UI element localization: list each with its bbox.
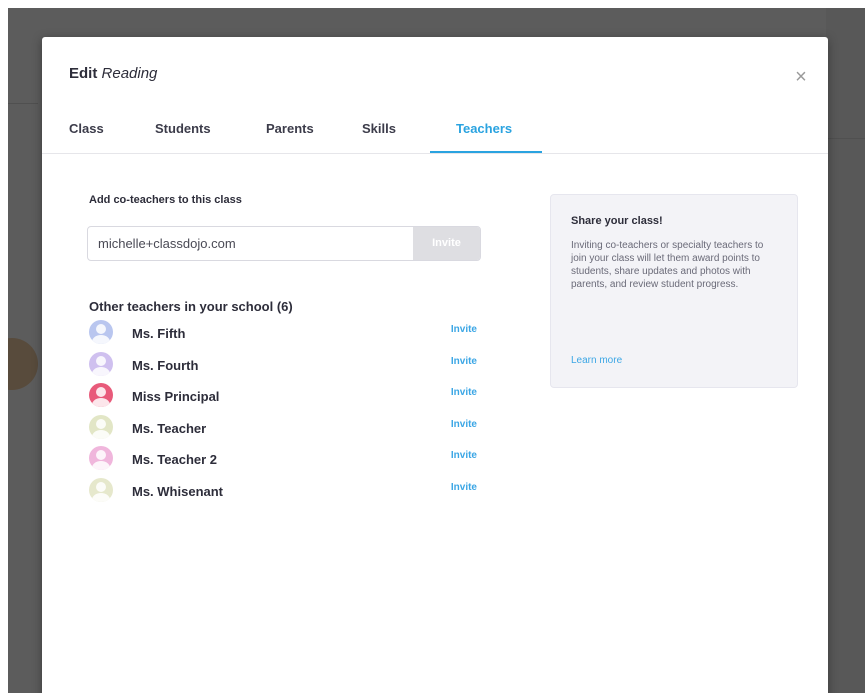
other-teachers-heading: Other teachers in your school (6)	[89, 299, 293, 314]
teacher-invite-link[interactable]: Invite	[451, 387, 477, 398]
avatar	[89, 320, 113, 344]
teacher-invite-link[interactable]: Invite	[451, 482, 477, 493]
coteacher-email-input[interactable]	[88, 227, 406, 260]
invite-button[interactable]: Invite	[413, 227, 480, 260]
teacher-invite-link[interactable]: Invite	[451, 324, 477, 335]
invite-by-email-row: Invite	[87, 226, 481, 261]
tab-bar: Class Students Parents Skills Teachers	[42, 105, 828, 154]
list-item: Ms. Whisenant Invite	[89, 474, 479, 506]
active-tab-indicator	[430, 151, 542, 153]
list-item: Ms. Fourth Invite	[89, 348, 479, 380]
app-window: Edit Reading × Class Students Parents Sk…	[8, 8, 865, 693]
avatar	[89, 383, 113, 407]
teacher-invite-link[interactable]: Invite	[451, 356, 477, 367]
avatar	[89, 351, 113, 376]
teacher-invite-link[interactable]: Invite	[451, 419, 477, 430]
list-item: Ms. Teacher Invite	[89, 411, 479, 443]
modal-title: Edit Reading	[69, 65, 157, 82]
close-icon[interactable]: ×	[791, 67, 811, 87]
list-item: Miss Principal Invite	[89, 379, 479, 411]
tab-students[interactable]: Students	[155, 121, 211, 136]
teacher-name: Miss Principal	[132, 389, 220, 404]
teacher-name: Ms. Fourth	[132, 357, 199, 373]
avatar	[89, 414, 113, 439]
teacher-list: Ms. Fifth Invite Ms. Fourth Invite Miss …	[89, 316, 479, 505]
avatar	[89, 446, 113, 470]
tab-class[interactable]: Class	[69, 121, 104, 136]
learn-more-link[interactable]: Learn more	[571, 355, 622, 366]
share-class-card: Share your class! Inviting co-teachers o…	[550, 194, 798, 388]
teacher-name: Ms. Teacher	[132, 420, 207, 436]
modal-title-class-name: Reading	[101, 65, 158, 82]
edit-class-modal: Edit Reading × Class Students Parents Sk…	[42, 37, 828, 693]
teacher-name: Ms. Teacher 2	[132, 452, 218, 467]
add-coteachers-label: Add co-teachers to this class	[89, 194, 242, 206]
tab-teachers[interactable]: Teachers	[456, 121, 512, 136]
avatar	[89, 477, 113, 502]
modal-title-prefix: Edit	[69, 65, 98, 82]
teacher-name: Ms. Fifth	[132, 326, 186, 341]
list-item: Ms. Fifth Invite	[89, 316, 479, 348]
share-card-title: Share your class!	[571, 215, 663, 227]
teacher-name: Ms. Whisenant	[132, 483, 224, 499]
share-card-text: Inviting co-teachers or specialty teache…	[571, 240, 764, 290]
list-item: Ms. Teacher 2 Invite	[89, 442, 479, 474]
teacher-invite-link[interactable]: Invite	[451, 450, 477, 461]
tab-parents[interactable]: Parents	[266, 121, 314, 136]
tab-skills[interactable]: Skills	[362, 121, 396, 136]
